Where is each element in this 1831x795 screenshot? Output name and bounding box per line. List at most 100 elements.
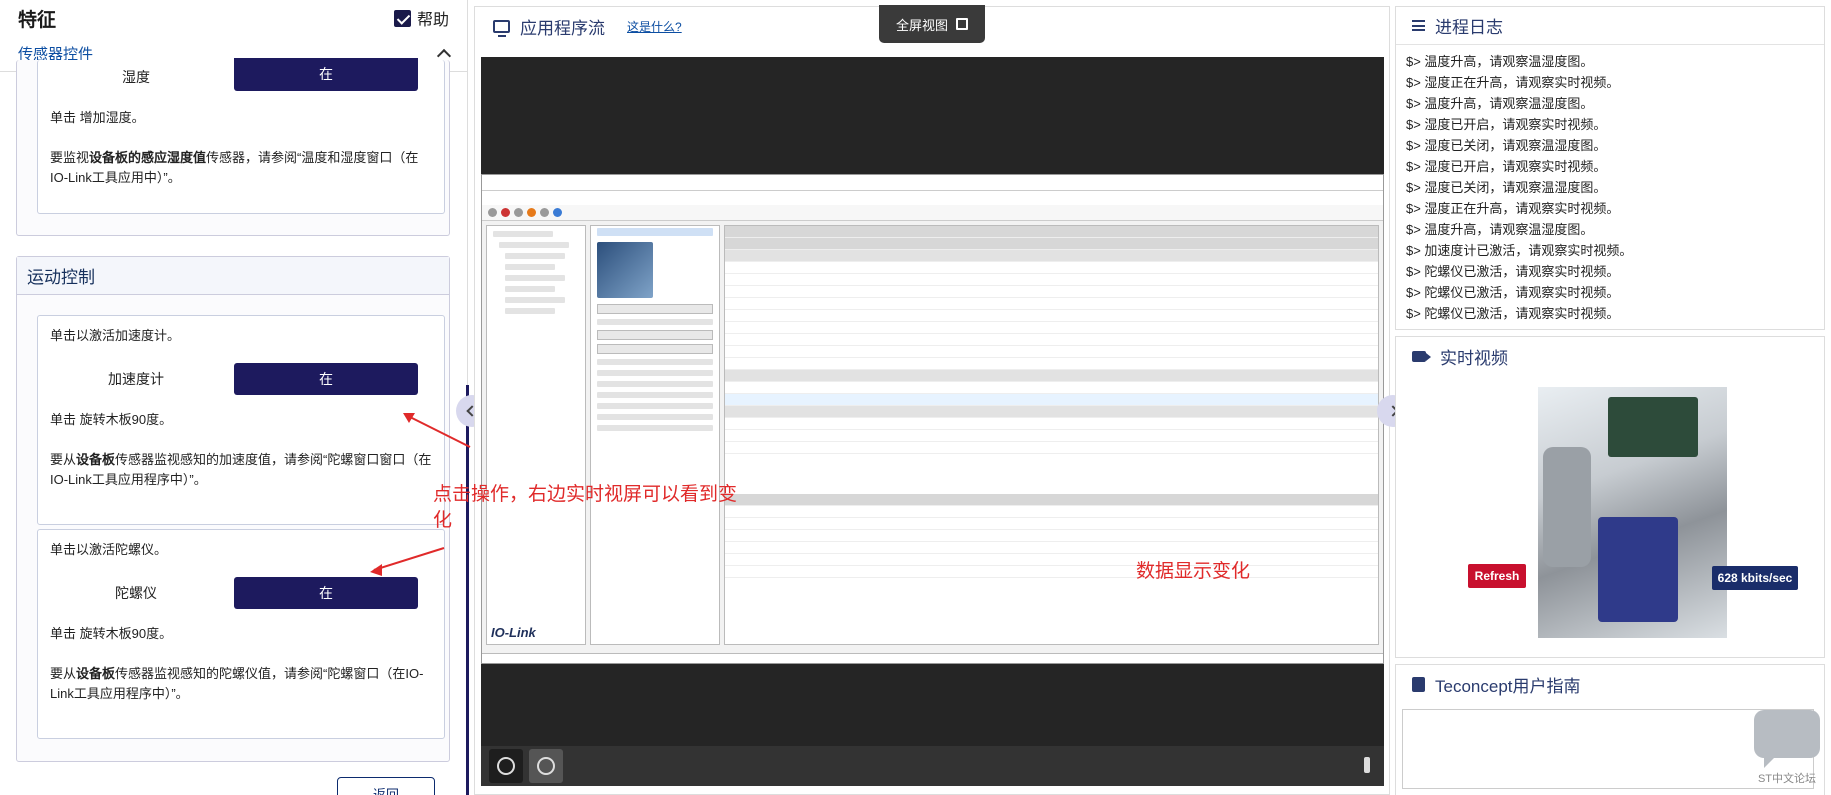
gyroscope-card: 单击以激活陀螺仪。 陀螺仪 在 单击 旋转木板90度。 要从设备板传感器监视感知… xyxy=(37,529,445,739)
what-is-this-link[interactable]: 这是什么? xyxy=(627,18,682,35)
process-data-row xyxy=(725,506,1378,518)
process-log-title: 进程日志 xyxy=(1435,18,1503,37)
stream-tool-button[interactable] xyxy=(489,749,523,783)
param-row xyxy=(725,286,1378,298)
log-entry: $> 陀螺仪已激活，请观察实时视频。 xyxy=(1406,285,1620,300)
refresh-button[interactable]: Refresh xyxy=(1468,564,1526,588)
accelerometer-note-bold: 设备板 xyxy=(76,452,116,467)
param-row xyxy=(725,394,1378,406)
humidity-note: 要监视设备板的感应湿度值传感器，请参阅“温度和湿度窗口（在IO-Link工具应用… xyxy=(38,148,444,188)
log-entry: $> 湿度已关闭，请观察温湿度图。 xyxy=(1406,180,1607,195)
toolbar-icon xyxy=(488,208,497,217)
param-row xyxy=(725,298,1378,310)
annotation-right: 数据显示变化 xyxy=(1136,561,1251,582)
toolbar-icon xyxy=(527,208,536,217)
forum-widget[interactable]: ST中文论坛 xyxy=(1747,710,1827,790)
params-group xyxy=(725,370,1378,382)
process-log-list: $> 温度升高，请观察温湿度图。 $> 湿度正在升高，请观察实时视频。 $> 温… xyxy=(1396,45,1824,330)
pin-icon[interactable] xyxy=(1364,757,1370,773)
gyroscope-label: 陀螺仪 xyxy=(115,585,157,601)
param-row xyxy=(725,310,1378,322)
accelerometer-label: 加速度计 xyxy=(108,371,164,387)
log-entry: $> 湿度已关闭，请观察温湿度图。 xyxy=(1406,138,1607,153)
params-group xyxy=(725,250,1378,262)
panel-divider xyxy=(466,385,469,795)
port-control-button[interactable] xyxy=(597,330,713,340)
tree-line xyxy=(505,264,555,270)
params-toolbar xyxy=(725,226,1378,238)
log-entry: $> 陀螺仪已激活，请观察实时视频。 xyxy=(1406,306,1620,321)
process-data-row xyxy=(725,542,1378,554)
fullscreen-button[interactable]: 全屏视图 xyxy=(879,5,985,43)
user-guide-header: Teconcept用户指南 xyxy=(1396,665,1824,703)
params-group xyxy=(725,406,1378,418)
process-data-row xyxy=(725,518,1378,530)
humidity-note-pre: 要监视 xyxy=(50,150,90,165)
pdf-icon xyxy=(1412,676,1425,692)
camera-icon xyxy=(1412,350,1431,362)
accelerometer-on-button[interactable]: 在 xyxy=(234,363,418,395)
param-row xyxy=(725,430,1378,442)
bitrate-badge: 628 kbits/sec xyxy=(1712,566,1798,590)
stream-tool-button[interactable] xyxy=(529,749,563,783)
accelerometer-control-row: 加速度计 在 xyxy=(38,362,444,396)
live-video-title: 实时视频 xyxy=(1440,348,1508,368)
iolink-logo: IO-Link xyxy=(491,625,536,640)
app-titlebar xyxy=(482,175,1383,191)
process-log-header: 进程日志 xyxy=(1396,7,1824,45)
device-line xyxy=(597,370,713,376)
log-entry: $> 温度升高，请观察温湿度图。 xyxy=(1406,54,1594,69)
humidity-desc: 单击 增加湿度。 xyxy=(50,110,145,125)
tree-line xyxy=(493,231,553,237)
back-button[interactable]: 返回 xyxy=(337,777,435,795)
app-statusbar xyxy=(482,653,1383,663)
param-row xyxy=(725,358,1378,370)
port-control-button[interactable] xyxy=(597,344,713,354)
process-data-row xyxy=(725,530,1378,542)
log-entry: $> 湿度已开启，请观察实时视频。 xyxy=(1406,117,1607,132)
parameters-pane xyxy=(724,225,1379,645)
stream-toolbar xyxy=(481,746,1384,786)
tree-line xyxy=(505,308,555,314)
humidity-label: 湿度 xyxy=(122,69,150,85)
select-device-button[interactable] xyxy=(597,304,713,314)
monitor-icon xyxy=(493,19,510,37)
live-video-feed xyxy=(1538,387,1727,638)
humidity-card: 湿度 在 单击 增加湿度。 要监视设备板的感应湿度值传感器，请参阅“温度和湿度窗… xyxy=(37,57,445,214)
help-toggle[interactable]: 帮助 xyxy=(393,6,449,30)
user-guide-title: Teconcept用户指南 xyxy=(1435,676,1581,696)
gyroscope-desc: 单击 旋转木板90度。 xyxy=(50,626,173,641)
log-entry: $> 加速度计已激活，请观察实时视频。 xyxy=(1406,243,1633,258)
param-row xyxy=(725,346,1378,358)
log-entry: $> 湿度已开启，请观察实时视频。 xyxy=(1406,159,1607,174)
gyroscope-on-button[interactable]: 在 xyxy=(234,577,418,609)
param-row xyxy=(725,334,1378,346)
video-object xyxy=(1543,447,1591,567)
help-checkbox[interactable] xyxy=(393,9,411,27)
toolbar-icon xyxy=(514,208,523,217)
motion-control-title: 运动控制 xyxy=(17,257,449,295)
humidity-section: 湿度 在 单击 增加湿度。 要监视设备板的感应湿度值传感器，请参阅“温度和湿度窗… xyxy=(16,57,450,236)
accelerometer-desc: 单击 旋转木板90度。 xyxy=(50,412,173,427)
aperture-icon xyxy=(497,757,515,775)
accelerometer-note-pre: 要从 xyxy=(50,452,77,467)
features-header: 特征 帮助 xyxy=(0,0,467,36)
humidity-on-button[interactable]: 在 xyxy=(234,57,418,91)
device-board-image xyxy=(597,242,653,298)
accelerometer-intro: 单击以激活加速度计。 xyxy=(50,328,181,343)
live-video-header: 实时视频 xyxy=(1396,337,1824,375)
log-entry: $> 湿度正在升高，请观察实时视频。 xyxy=(1406,75,1620,90)
fullscreen-label: 全屏视图 xyxy=(895,17,948,33)
app-toolbar xyxy=(482,205,1383,221)
annotation-left: 点击操作，右边实时视屏可以看到变化 xyxy=(433,484,738,531)
features-title: 特征 xyxy=(18,9,57,31)
process-data-row xyxy=(725,566,1378,578)
process-log-panel: 进程日志 $> 温度升高，请观察温湿度图。 $> 湿度正在升高，请观察实时视频。… xyxy=(1395,6,1825,330)
remote-desktop-stream[interactable]: IO-Link xyxy=(481,57,1384,786)
video-object xyxy=(1598,517,1678,622)
param-row xyxy=(725,274,1378,286)
chat-icon[interactable] xyxy=(1754,710,1820,768)
param-row xyxy=(725,322,1378,334)
iolink-app-window: IO-Link xyxy=(481,174,1384,664)
device-control-pane xyxy=(590,225,720,645)
